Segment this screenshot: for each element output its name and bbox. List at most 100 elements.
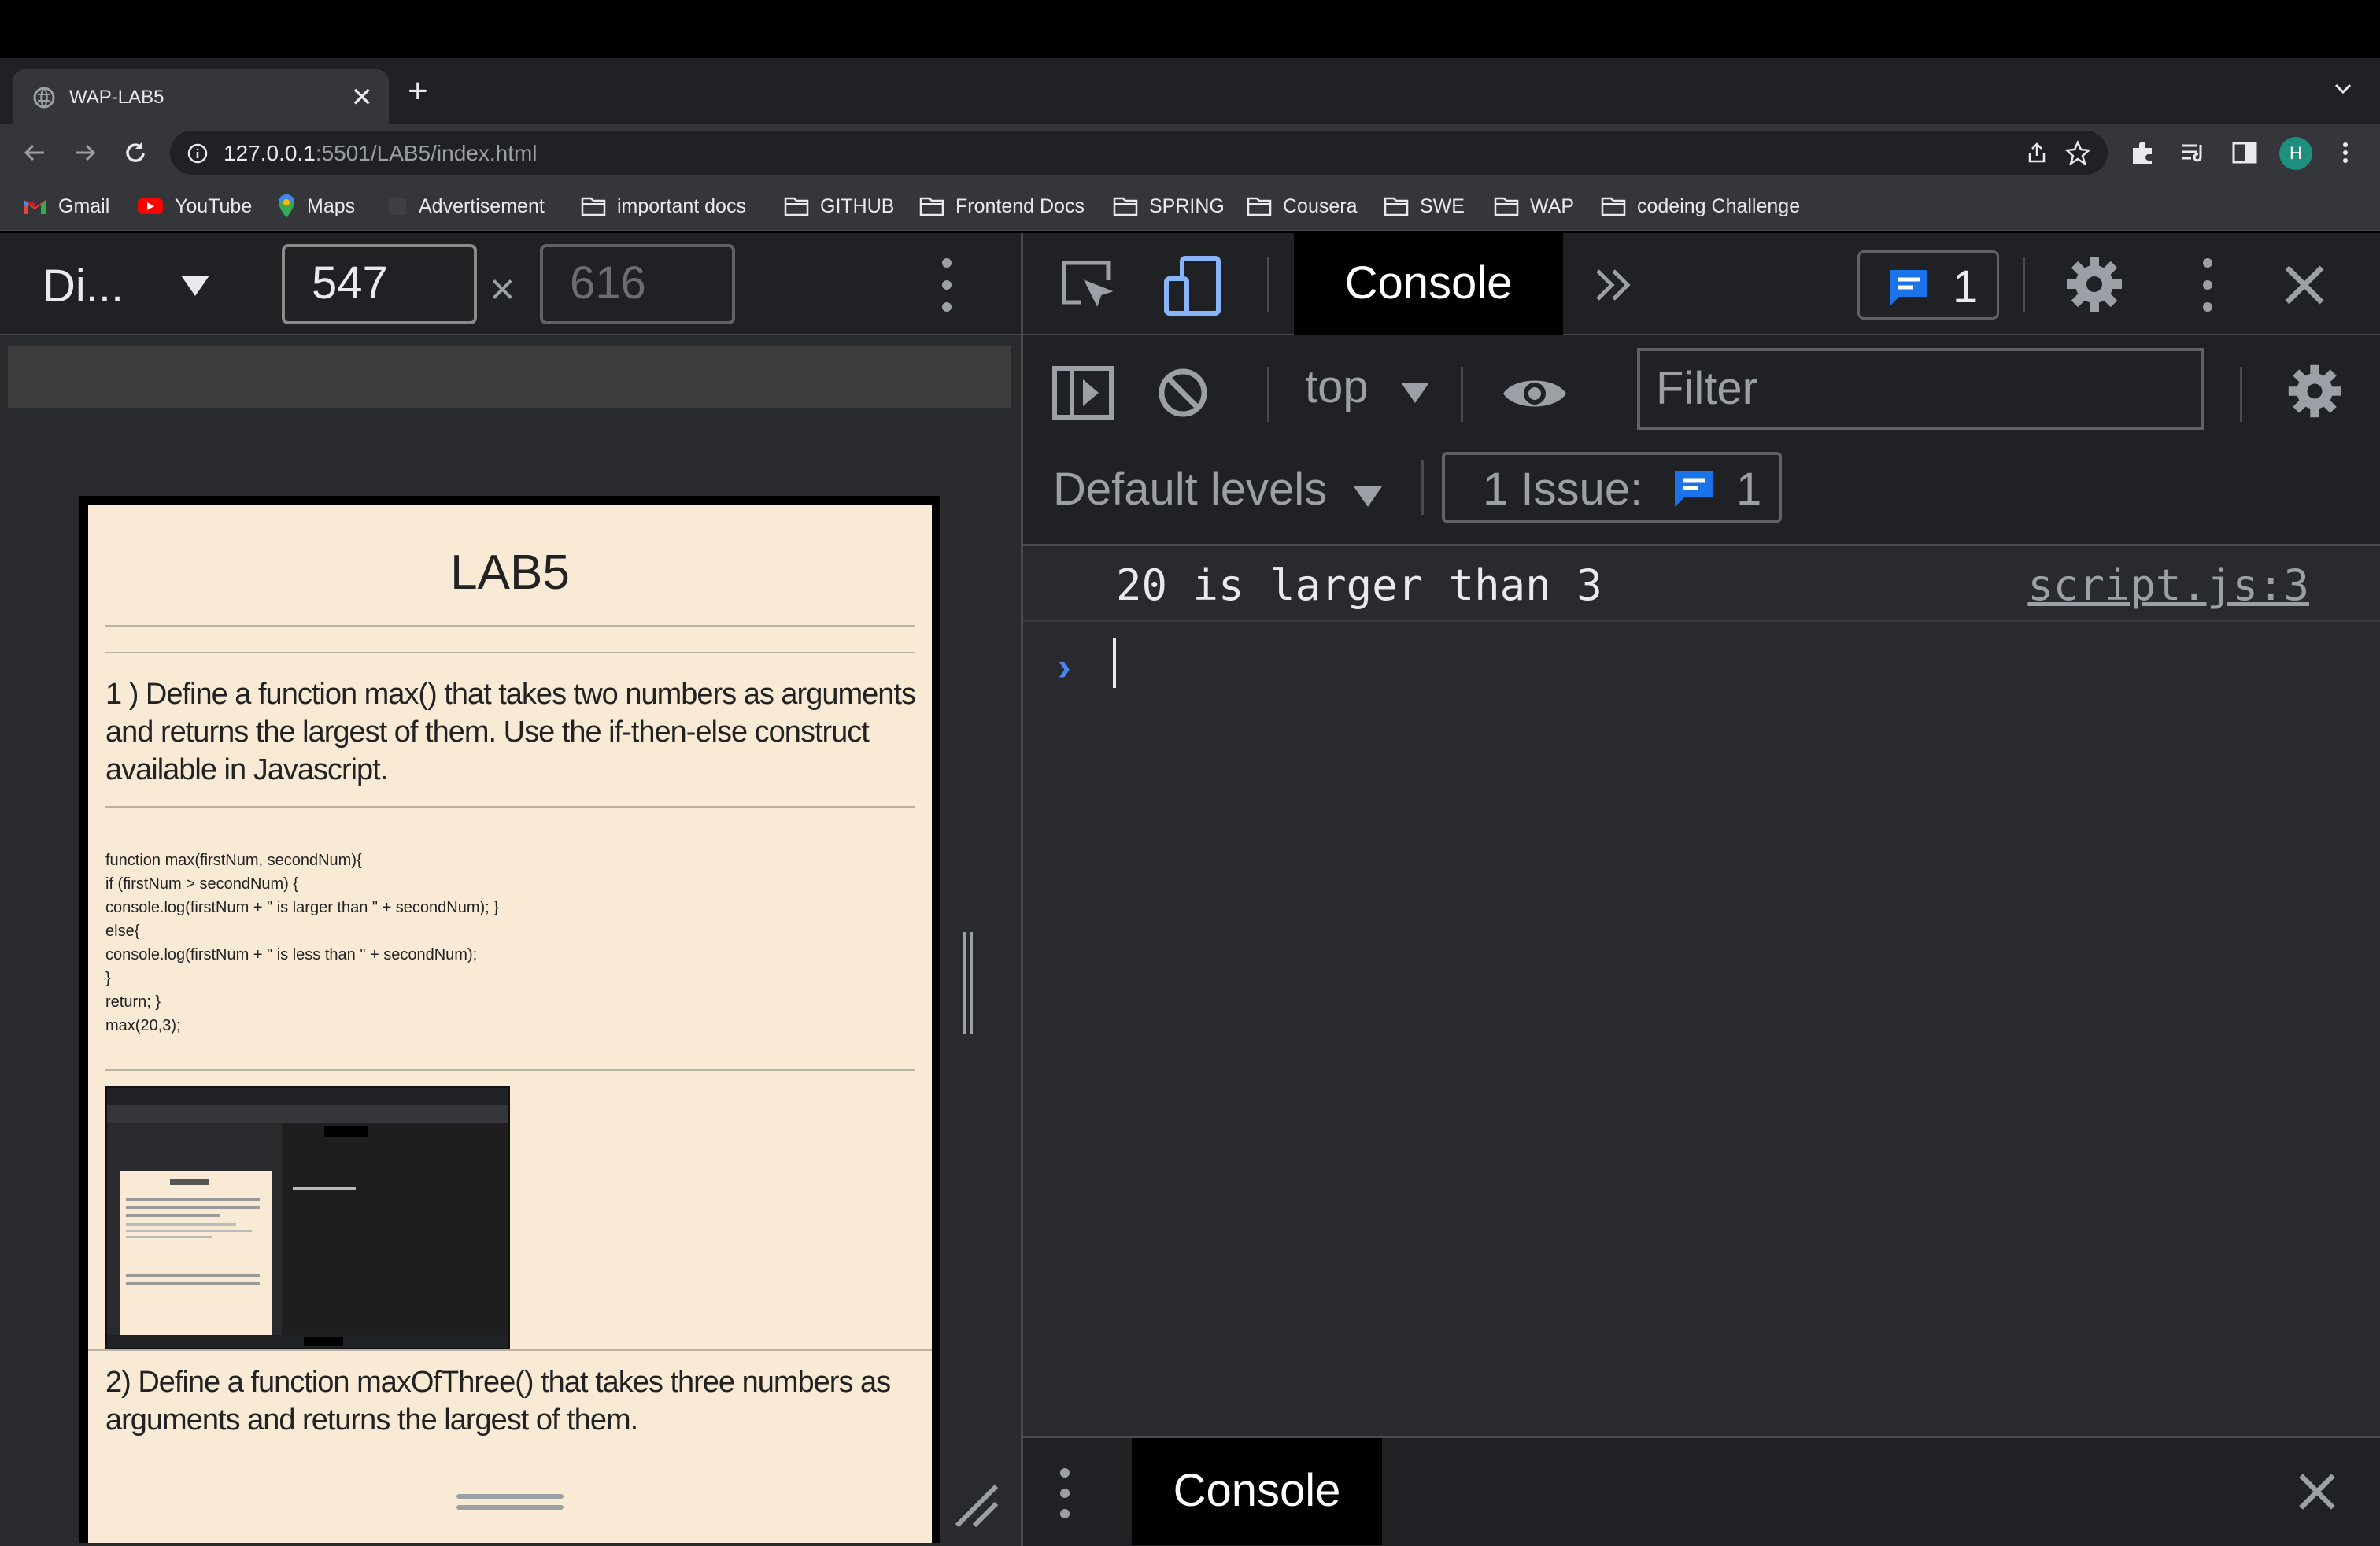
chevron-down-icon[interactable] [2330, 76, 2356, 102]
url-path: :5501/LAB5/index.html [315, 141, 538, 165]
bookmark-folder[interactable]: WAP [1494, 192, 1574, 220]
dropdown-triangle-icon[interactable] [179, 274, 211, 298]
device-toggle-icon[interactable] [1162, 253, 1225, 316]
dropdown-triangle-icon[interactable] [1352, 485, 1384, 509]
emulated-viewport: LAB5 1 ) Define a function max() that ta… [79, 496, 940, 1543]
divider [88, 1349, 932, 1351]
divider [105, 1069, 915, 1071]
folder-icon [1384, 197, 1409, 216]
bookmark-folder[interactable]: SPRING [1113, 192, 1225, 220]
sidebar-toggle-icon[interactable] [1051, 365, 1114, 420]
profile-avatar[interactable]: H [2279, 137, 2312, 170]
device-select[interactable]: Di... [42, 260, 124, 313]
divider [105, 625, 915, 627]
toolbar-separator [1267, 367, 1269, 422]
page-title: LAB5 [450, 546, 570, 600]
message-bubble-icon [1890, 270, 1927, 306]
issues-count: 1 [1736, 464, 1762, 515]
bookmark-folder[interactable]: GITHUB [784, 192, 894, 220]
code-line: function max(firstNum, secondNum){ [105, 852, 362, 869]
console-input-caret[interactable] [1113, 638, 1116, 688]
bookmark-label: Frontend Docs [955, 194, 1085, 217]
youtube-icon [138, 198, 163, 214]
browser-menu-icon[interactable] [2331, 139, 2360, 167]
issues-button[interactable]: 1 Issue: 1 [1442, 452, 1782, 523]
bookmark-folder[interactable]: important docs [581, 192, 746, 220]
more-options-icon[interactable] [2196, 255, 2219, 315]
more-tabs-chevron-icon[interactable] [1593, 268, 1632, 302]
browser-tab[interactable]: WAP-LAB5 ✕ [13, 69, 389, 124]
bookmark-maps[interactable]: Maps [277, 192, 355, 220]
bookmarks-bar: Gmail YouTube Maps Advertisement importa… [0, 181, 2380, 231]
bookmark-folder[interactable]: codeing Challenge [1601, 192, 1800, 220]
screenshot-thumbnail [107, 1088, 508, 1348]
width-input[interactable]: 547 [282, 244, 477, 324]
url-host: 127.0.0.1 [224, 141, 316, 165]
eye-icon[interactable] [1502, 372, 1568, 416]
device-emulation-pane: Di... 547 × 616 LAB5 1 ) Define a functi… [0, 233, 1021, 1546]
issues-counter-button[interactable]: 1 [1857, 250, 1999, 320]
folder-icon [784, 197, 809, 216]
context-select[interactable]: top [1305, 361, 1369, 413]
share-icon[interactable] [2026, 142, 2048, 164]
console-message: 20 is larger than 3 script.js:3 [1023, 546, 2380, 622]
omnibox[interactable]: 127.0.0.1:5501/LAB5/index.html [170, 131, 2108, 175]
clear-console-icon[interactable] [1157, 367, 1209, 419]
viewport-resize-handle[interactable] [963, 932, 973, 1034]
devtools-drawer: Console [1023, 1436, 2380, 1546]
bottom-resize-handle[interactable] [456, 1491, 564, 1513]
height-input[interactable]: 616 [540, 244, 735, 324]
corner-resize-icon[interactable] [954, 1483, 1000, 1529]
close-tab-icon[interactable]: ✕ [351, 82, 374, 113]
toolbar-separator [2240, 367, 2242, 422]
bookmark-label: Gmail [58, 194, 110, 217]
question-1: 1 ) Define a function max() that takes t… [105, 678, 916, 786]
divider [105, 652, 915, 653]
dimension-separator: × [490, 264, 516, 313]
bookmark-label: important docs [617, 194, 746, 217]
devtools-panel: Console 1 top Filter Default levels 1 Is… [1023, 233, 2380, 1546]
forward-arrow-icon[interactable] [69, 137, 101, 168]
folder-icon [1113, 197, 1138, 216]
drawer-tab-console[interactable]: Console [1132, 1438, 1382, 1545]
console-source-link[interactable]: script.js:3 [2027, 560, 2309, 610]
log-levels-select[interactable]: Default levels [1053, 463, 1327, 516]
tab-console[interactable]: Console [1294, 233, 1563, 335]
media-queue-icon[interactable] [2179, 139, 2207, 167]
code-line: return; } [105, 993, 161, 1011]
bookmark-folder[interactable]: Cousera [1247, 192, 1358, 220]
bookmark-folder[interactable]: SWE [1384, 192, 1465, 220]
media-query-bar[interactable] [8, 346, 1011, 408]
console-settings-gear-icon[interactable] [2286, 362, 2344, 420]
bookmark-youtube[interactable]: YouTube [137, 192, 252, 220]
info-icon[interactable] [187, 143, 208, 164]
toolbar-separator [1421, 460, 1424, 515]
screenshot-image [105, 1086, 510, 1349]
side-panel-icon[interactable] [2230, 139, 2259, 167]
system-top-bar [0, 0, 2380, 58]
reload-icon[interactable] [120, 137, 151, 168]
console-message-text: 20 is larger than 3 [1116, 560, 1602, 610]
code-line: else{ [105, 923, 140, 940]
close-icon[interactable] [2282, 263, 2326, 307]
bookmark-gmail[interactable]: Gmail [22, 192, 109, 220]
new-tab-button[interactable]: + [408, 74, 428, 109]
url-text: 127.0.0.1:5501/LAB5/index.html [224, 141, 538, 166]
console-filter-input[interactable]: Filter [1637, 348, 2204, 430]
star-icon[interactable] [2065, 140, 2090, 165]
extensions-puzzle-icon[interactable] [2128, 139, 2156, 167]
more-options-icon[interactable] [935, 255, 959, 315]
code-line: max(20,3); [105, 1017, 181, 1034]
close-drawer-icon[interactable] [2297, 1471, 2338, 1512]
folder-icon [1494, 197, 1519, 216]
bookmark-advertisement[interactable]: Advertisement [387, 192, 545, 220]
dropdown-triangle-icon[interactable] [1399, 381, 1431, 405]
bookmark-folder[interactable]: Frontend Docs [919, 192, 1085, 220]
console-toolbar: top Filter [1023, 335, 2380, 444]
drawer-menu-icon[interactable] [1053, 1465, 1077, 1522]
gear-icon[interactable] [2064, 253, 2125, 315]
divider [105, 806, 915, 808]
inspect-element-icon[interactable] [1058, 257, 1116, 315]
issues-count: 1 [1953, 261, 1979, 313]
back-arrow-icon[interactable] [19, 137, 50, 168]
